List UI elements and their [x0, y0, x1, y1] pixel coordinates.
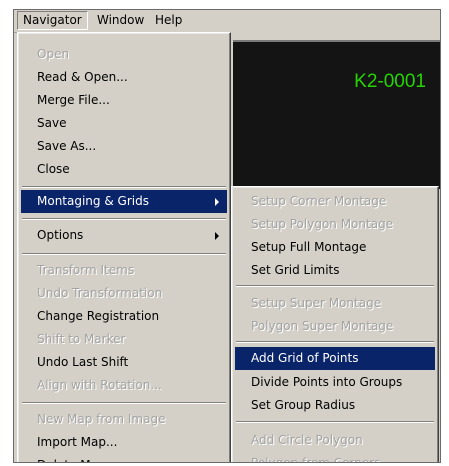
submenu-arrow-icon [215, 232, 219, 240]
menu-item-open: Open [37, 47, 70, 61]
menu-item-label: Options [37, 228, 84, 242]
menu-item-read-and-open[interactable]: Read & Open... [21, 66, 227, 89]
panel-frame [231, 32, 440, 40]
menu-item-save[interactable]: Save [21, 112, 227, 135]
menu-item-divide-points-into-groups[interactable]: Divide Points into Groups [235, 371, 435, 394]
menu-item-setup-corner-montage: Setup Corner Montage [251, 194, 387, 208]
menu-item-align-with-rotation: Align with Rotation... [37, 378, 162, 392]
menu-item-set-group-radius[interactable]: Set Group Radius [235, 394, 435, 417]
menu-item-options[interactable]: Options [21, 224, 227, 247]
submenu-arrow-icon [215, 198, 219, 206]
montaging-submenu: Setup Corner Montage Setup Polygon Monta… [231, 186, 439, 463]
menu-separator [22, 402, 226, 404]
menu-separator [22, 186, 226, 188]
menu-separator [22, 218, 226, 220]
menu-item-save-as[interactable]: Save As... [21, 135, 227, 158]
menu-item-montaging-and-grids[interactable]: Montaging & Grids [21, 190, 227, 213]
menu-help[interactable]: Help [150, 11, 187, 30]
menu-item-delete-map[interactable]: Delete Map [21, 454, 227, 462]
menu-item-polygon-from-corners: Polygon from Corners [251, 456, 381, 463]
menu-item-transform-items: Transform Items [37, 263, 135, 277]
image-display-panel: K2-0001 [233, 40, 440, 189]
menu-separator [236, 285, 434, 287]
menu-item-import-map[interactable]: Import Map... [21, 431, 227, 454]
menu-item-setup-full-montage[interactable]: Setup Full Montage [235, 236, 435, 259]
application-window: Navigator Window Help K2-0001 Open Read … [13, 9, 441, 463]
menu-bar: Navigator Window Help [14, 10, 440, 33]
menu-item-new-map-from-image: New Map from Image [37, 412, 166, 426]
menu-item-undo-transformation: Undo Transformation [37, 286, 163, 300]
menu-item-set-grid-limits[interactable]: Set Grid Limits [235, 259, 435, 282]
menu-item-polygon-super-montage: Polygon Super Montage [251, 319, 394, 333]
menu-item-close[interactable]: Close [21, 158, 227, 181]
menu-separator [236, 421, 434, 423]
menu-item-label: Montaging & Grids [37, 194, 149, 208]
menu-item-change-registration[interactable]: Change Registration [21, 305, 227, 328]
menu-item-add-circle-polygon: Add Circle Polygon [251, 433, 363, 447]
menu-item-add-grid-of-points[interactable]: Add Grid of Points [235, 347, 435, 370]
menu-item-undo-last-shift[interactable]: Undo Last Shift [21, 351, 227, 374]
navigator-menu: Open Read & Open... Merge File... Save S… [17, 32, 231, 462]
panel-label: K2-0001 [354, 71, 426, 92]
menu-item-setup-super-montage: Setup Super Montage [251, 296, 382, 310]
menu-navigator[interactable]: Navigator [17, 11, 88, 30]
menu-item-merge-file[interactable]: Merge File... [21, 89, 227, 112]
menu-window[interactable]: Window [92, 11, 149, 30]
menu-separator [236, 341, 434, 343]
menu-separator [22, 253, 226, 255]
menu-item-shift-to-marker: Shift to Marker [37, 332, 126, 346]
menu-item-setup-polygon-montage: Setup Polygon Montage [251, 217, 394, 231]
